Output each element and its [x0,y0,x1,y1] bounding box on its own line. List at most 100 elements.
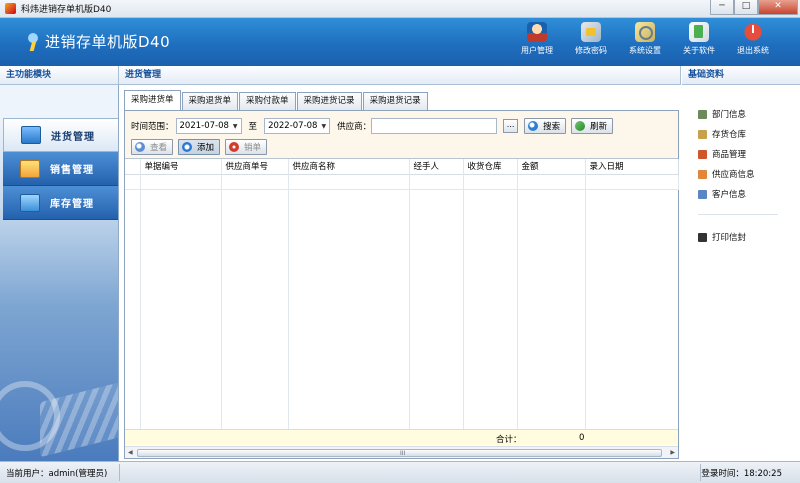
action-bar: 查看 添加 销单 [131,139,272,155]
login-time-status: 登录时间：18:20:25 [701,469,782,479]
about-button[interactable]: 关于软件 [672,22,726,56]
right-section-title: 基础资料 [682,66,800,85]
grid-column-divider [409,159,410,429]
cancel-order-button[interactable]: 销单 [225,139,268,155]
row-indicator-header [125,159,141,175]
settings-icon [635,22,655,42]
inventory-icon [20,193,40,212]
supplier-input[interactable] [371,118,498,134]
logo-icon [26,32,40,51]
link-customer[interactable]: 客户信息 [698,184,778,204]
filter-bar: 时间范围： 2021-07-08 ▼ 至 2022-07-08 ▼ 供应商： .… [131,118,614,134]
nav-item-inventory[interactable]: 库存管理 [3,186,118,220]
link-supplier[interactable]: 供应商信息 [698,164,778,184]
toolbar-label: 用户管理 [521,46,553,55]
link-label: 商品管理 [712,150,747,160]
close-button[interactable]: ✕ [758,0,798,15]
toolbar-label: 系统设置 [629,46,661,55]
scrollbar-grip: III [400,450,406,457]
cancel-button-label: 销单 [244,143,262,153]
customer-icon [698,189,707,199]
purchase-order-grid[interactable]: 单据编号 供应商单号 供应商名称 经手人 收货仓库 金额 录入日期 合计： 0 … [125,158,679,458]
purchase-cart-icon [21,126,41,144]
department-icon [698,109,707,119]
window-controls: ─ □ ✕ [710,0,798,15]
maximize-button[interactable]: □ [734,0,758,15]
grid-header: 单据编号 供应商单号 供应商名称 经手人 收货仓库 金额 录入日期 [125,159,679,190]
refresh-button-label: 刷新 [590,122,608,132]
power-icon [743,22,763,42]
date-to-label: 至 [248,122,258,132]
module-nav: 进货管理 销售管理 库存管理 [3,118,118,220]
link-print-envelope[interactable]: 打印信封 [698,227,778,247]
app-logo: 进销存单机版D40 [26,31,170,52]
link-label: 客户信息 [712,190,747,200]
column-header[interactable]: 录入日期 [585,159,679,175]
nav-item-purchase[interactable]: 进货管理 [3,118,118,152]
link-goods[interactable]: 商品管理 [698,144,778,164]
date-to-picker[interactable]: 2022-07-08 ▼ [264,118,331,134]
key-icon [581,22,601,42]
search-button[interactable]: 搜索 [524,118,567,134]
toolbar-label: 修改密码 [575,46,607,55]
date-to-value: 2022-07-08 [268,121,318,131]
search-icon [528,121,539,131]
grid-column-divider [517,159,518,429]
current-user-status: 当前用户：admin(管理员) [6,469,108,479]
grid-column-divider [221,159,222,429]
tab-purchase-payment[interactable]: 采购付款单 [239,92,296,110]
tab-purchase-records[interactable]: 采购进货记录 [296,92,362,110]
horizontal-scrollbar[interactable]: ◀ III ▶ [125,446,678,458]
column-header[interactable]: 单据编号 [140,159,222,175]
minimize-button[interactable]: ─ [710,0,734,15]
user-management-button[interactable]: 用户管理 [510,22,564,56]
scrollbar-thumb[interactable]: III [137,449,662,457]
main-section-title: 进货管理 [119,66,681,85]
view-icon [135,142,145,152]
table-row[interactable] [125,174,679,190]
sum-label: 合计： [496,435,522,445]
sum-value: 0 [579,433,585,443]
column-header[interactable]: 供应商单号 [221,159,289,175]
goods-icon [698,149,707,159]
user-icon [527,22,547,42]
system-settings-button[interactable]: 系统设置 [618,22,672,56]
column-header[interactable]: 经手人 [409,159,464,175]
toolbar-label: 关于软件 [683,46,715,55]
about-icon [689,22,709,42]
window-titlebar: 科炜进销存单机版D40 ─ □ ✕ [0,0,800,18]
date-from-picker[interactable]: 2021-07-08 ▼ [175,118,242,134]
change-password-button[interactable]: 修改密码 [564,22,618,56]
search-button-label: 搜索 [543,122,561,132]
column-header[interactable]: 金额 [517,159,586,175]
tab-purchase-order[interactable]: 采购进货单 [124,90,181,110]
refresh-button[interactable]: 刷新 [571,118,614,134]
status-divider [119,464,120,481]
decorative-keyboard-illustration [40,379,118,458]
tab-return-records[interactable]: 采购退货记录 [362,92,428,110]
supplier-icon [698,169,707,179]
supplier-label: 供应商： [337,122,372,132]
scroll-left-icon[interactable]: ◀ [128,449,133,456]
app-title: 进销存单机版D40 [45,33,171,51]
toolbar-label: 退出系统 [737,46,769,55]
nav-item-sales[interactable]: 销售管理 [3,152,118,186]
link-label: 供应商信息 [712,170,755,180]
tab-purchase-return[interactable]: 采购退货单 [181,92,239,110]
sales-icon [20,159,40,178]
basic-data-panel: 部门信息 存货仓库 商品管理 供应商信息 客户信息 打印信封 [682,85,800,461]
exit-button[interactable]: 退出系统 [726,22,780,56]
column-header[interactable]: 供应商名称 [288,159,410,175]
view-button[interactable]: 查看 [131,139,174,155]
add-icon [182,142,193,152]
warehouse-icon [698,129,707,139]
grid-column-divider [288,159,289,429]
tab-strip: 采购进货单 采购退货单 采购付款单 采购进货记录 采购退货记录 [124,90,429,110]
column-header[interactable]: 收货仓库 [463,159,518,175]
link-warehouse[interactable]: 存货仓库 [698,124,778,144]
add-button[interactable]: 添加 [178,139,221,155]
scroll-right-icon[interactable]: ▶ [670,449,675,456]
divider [698,214,778,215]
link-department[interactable]: 部门信息 [698,104,778,124]
supplier-browse-button[interactable]: ... [503,119,519,133]
